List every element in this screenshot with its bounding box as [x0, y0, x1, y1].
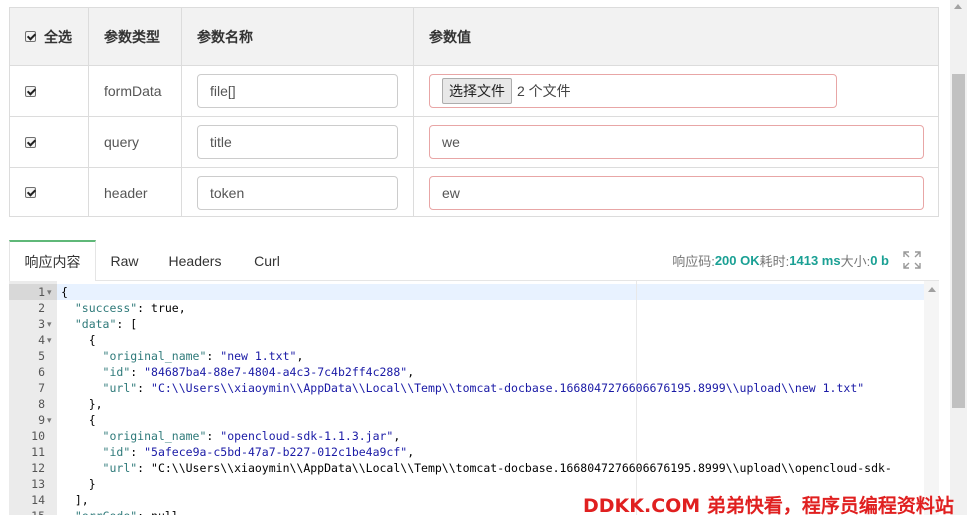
- tab-raw[interactable]: Raw: [96, 240, 153, 281]
- param-value-input[interactable]: we: [429, 125, 924, 159]
- line-number: 11: [31, 445, 45, 459]
- fullscreen-icon[interactable]: [903, 251, 921, 269]
- code-line: {: [61, 285, 68, 299]
- header-param-value: 参数值: [429, 28, 471, 45]
- choose-file-button[interactable]: 选择文件: [442, 78, 512, 104]
- param-row-header: header token ew: [10, 168, 938, 217]
- param-name-input[interactable]: token: [197, 175, 398, 210]
- response-code-editor[interactable]: 1▾23▾4▾56789▾101112131415 { "success": t…: [9, 281, 939, 515]
- tab-response-content[interactable]: 响应内容: [9, 240, 96, 282]
- param-name-input[interactable]: file[]: [197, 74, 398, 108]
- file-input[interactable]: 选择文件 2 个文件: [429, 74, 837, 108]
- select-all-label: 全选: [44, 28, 72, 45]
- time-label: 耗时:: [759, 254, 790, 269]
- code-line: "original_name": "opencloud-sdk-1.1.3.ja…: [102, 429, 401, 443]
- params-header-row: 全选 参数类型 参数名称 参数值: [10, 8, 938, 66]
- line-number: 6: [38, 365, 45, 379]
- line-number: 8: [38, 397, 45, 411]
- code-line: "success": true,: [74, 301, 186, 315]
- code-line: "url": "C:\\Users\\xiaoymin\\AppData\\Lo…: [102, 381, 865, 395]
- param-row-query: query title we: [10, 117, 938, 168]
- code-line: },: [61, 397, 103, 411]
- line-number: 2: [38, 301, 45, 315]
- size-label: 大小:: [840, 254, 871, 269]
- line-number: 5: [38, 349, 45, 363]
- param-type: header: [104, 184, 148, 201]
- scroll-up-arrow-icon[interactable]: [928, 287, 936, 292]
- row-checkbox[interactable]: [25, 85, 36, 97]
- scrollbar-thumb[interactable]: [952, 74, 965, 408]
- code-line: "original_name": "new 1.txt",: [102, 349, 304, 363]
- line-number: 10: [31, 429, 45, 443]
- header-param-type: 参数类型: [89, 8, 182, 65]
- code-line: {: [61, 413, 96, 427]
- tab-curl[interactable]: Curl: [237, 240, 297, 281]
- code-line: "url": "C:\\Users\\xiaoymin\\AppData\\Lo…: [102, 461, 892, 475]
- code-line: }: [61, 477, 96, 491]
- line-number: 12: [31, 461, 45, 475]
- line-number: 7: [38, 381, 45, 395]
- select-all-cell[interactable]: 全选: [10, 8, 89, 65]
- param-row-file: formData file[] 选择文件 2 个文件: [10, 66, 938, 117]
- select-all-checkbox[interactable]: [25, 31, 36, 42]
- code-line: "data": [: [74, 317, 138, 331]
- status-code-value: 200 OK: [714, 253, 760, 268]
- fold-toggle-icon[interactable]: ▾: [47, 316, 936, 332]
- code-line: {: [61, 333, 96, 347]
- fold-toggle-icon[interactable]: ▾: [47, 412, 936, 428]
- time-value: 1413 ms: [789, 253, 841, 268]
- response-status-line: 响应码: 200 OK 耗时: 1413 ms 大小: 0 b: [672, 240, 889, 281]
- page-scrollbar[interactable]: [950, 0, 967, 515]
- watermark: DDKK.COM 弟弟快看，程序员编程资料站: [583, 495, 954, 517]
- param-type: query: [104, 134, 140, 150]
- line-number: 14: [31, 493, 45, 507]
- header-param-name: 参数名称: [182, 8, 414, 65]
- code-line: "errCode": null: [61, 508, 179, 515]
- code-line: "id": "5afece9a-c5bd-47a7-b227-012c1be4a…: [102, 445, 415, 459]
- line-number: 13: [31, 477, 45, 491]
- param-value-input[interactable]: ew: [429, 175, 924, 210]
- status-code-label: 响应码:: [672, 254, 715, 269]
- response-tab-bar: 响应内容 Raw Headers Curl 响应码: 200 OK 耗时: 14…: [9, 240, 939, 282]
- row-checkbox[interactable]: [25, 136, 36, 148]
- param-name-input[interactable]: title: [197, 125, 398, 159]
- fold-toggle-icon[interactable]: ▾: [47, 332, 936, 348]
- fold-toggle-icon[interactable]: ▾: [47, 284, 936, 300]
- row-checkbox[interactable]: [25, 187, 36, 198]
- code-line: ],: [61, 493, 89, 507]
- param-type: formData: [104, 83, 162, 99]
- tab-headers[interactable]: Headers: [153, 240, 237, 281]
- line-number: 15: [9, 508, 57, 515]
- params-table: 全选 参数类型 参数名称 参数值 formData file[] 选择文件 2 …: [9, 7, 939, 217]
- file-count-text: 2 个文件: [517, 83, 571, 99]
- scroll-up-arrow-icon[interactable]: [954, 4, 962, 9]
- code-line: "id": "84687ba4-88e7-4804-a4c3-7c4b2ff4c…: [102, 365, 415, 379]
- size-value: 0 b: [870, 253, 889, 268]
- editor-scrollbar[interactable]: [924, 281, 939, 515]
